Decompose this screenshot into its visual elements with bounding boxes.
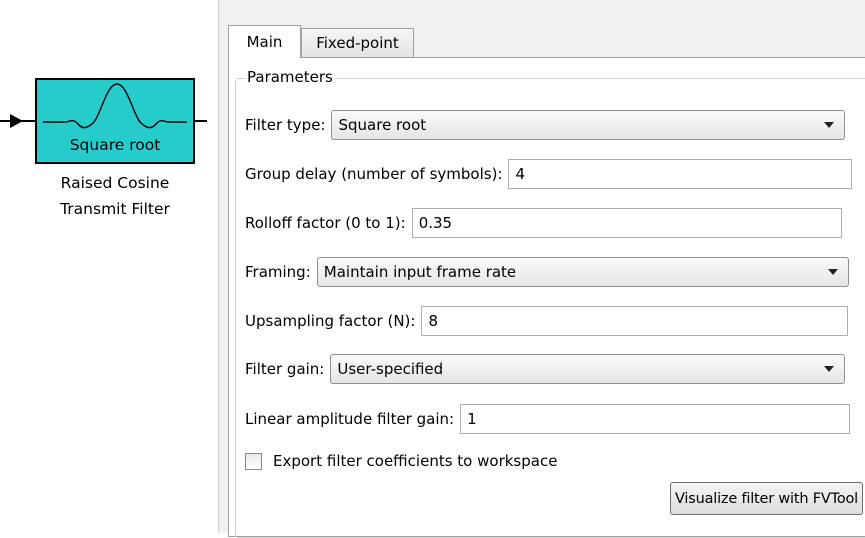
filter-type-dropdown[interactable]: Square root: [331, 110, 846, 140]
tab-fixed-point[interactable]: Fixed-point: [301, 28, 414, 58]
linear-gain-label: Linear amplitude filter gain:: [245, 410, 455, 428]
output-signal-line: [195, 120, 207, 122]
input-signal-line: [0, 120, 35, 122]
rolloff-label: Rolloff factor (0 to 1):: [245, 214, 406, 232]
filter-gain-label: Filter gain:: [245, 360, 325, 378]
upsampling-row: Upsampling factor (N): 8: [245, 306, 849, 336]
framing-row: Framing: Maintain input frame rate: [245, 257, 849, 287]
block-parameters-dialog: Main Fixed-point Parameters Filter type:…: [218, 0, 865, 538]
export-coefficients-row: Export filter coefficients to workspace: [245, 452, 557, 470]
linear-gain-input[interactable]: 1: [460, 404, 851, 434]
rolloff-input[interactable]: 0.35: [411, 208, 842, 238]
group-delay-label: Group delay (number of symbols):: [245, 165, 503, 183]
linear-gain-row: Linear amplitude filter gain: 1: [245, 404, 851, 434]
chevron-down-icon: [824, 122, 835, 128]
block-caption-line1: Raised Cosine: [60, 174, 170, 192]
filter-gain-value: User-specified: [337, 360, 444, 378]
chevron-down-icon: [827, 269, 838, 275]
sinc-pulse-icon: [43, 83, 187, 129]
upsampling-label: Upsampling factor (N):: [245, 312, 416, 330]
filter-type-value: Square root: [338, 116, 427, 134]
block-label: Square root: [69, 136, 161, 154]
filter-type-row: Filter type: Square root: [245, 110, 846, 140]
filter-type-label: Filter type:: [245, 116, 326, 134]
group-delay-input[interactable]: 4: [508, 159, 853, 189]
raised-cosine-filter-block[interactable]: Square root: [35, 78, 195, 164]
tab-panel-main: Parameters Filter type: Square root Grou…: [228, 57, 865, 538]
simulink-block-area: Square root Raised Cosine Transmit Filte…: [0, 0, 215, 533]
visualize-fvtool-button[interactable]: Visualize filter with FVTool: [670, 482, 863, 515]
export-coefficients-label[interactable]: Export filter coefficients to workspace: [273, 452, 557, 470]
chevron-down-icon: [824, 366, 835, 372]
group-delay-row: Group delay (number of symbols): 4: [245, 159, 853, 189]
framing-label: Framing:: [245, 263, 311, 281]
parameters-group-title: Parameters: [245, 68, 335, 86]
tab-main[interactable]: Main: [228, 25, 301, 58]
filter-gain-dropdown[interactable]: User-specified: [330, 354, 846, 384]
parameters-group: Parameters Filter type: Square root Grou…: [235, 68, 865, 538]
framing-value: Maintain input frame rate: [323, 263, 517, 281]
framing-dropdown[interactable]: Maintain input frame rate: [316, 257, 849, 287]
export-coefficients-checkbox[interactable]: [245, 452, 262, 470]
upsampling-input[interactable]: 8: [421, 306, 849, 336]
filter-gain-row: Filter gain: User-specified: [245, 354, 846, 384]
rolloff-row: Rolloff factor (0 to 1): 0.35: [245, 208, 842, 238]
block-caption-line2: Transmit Filter: [60, 200, 170, 218]
